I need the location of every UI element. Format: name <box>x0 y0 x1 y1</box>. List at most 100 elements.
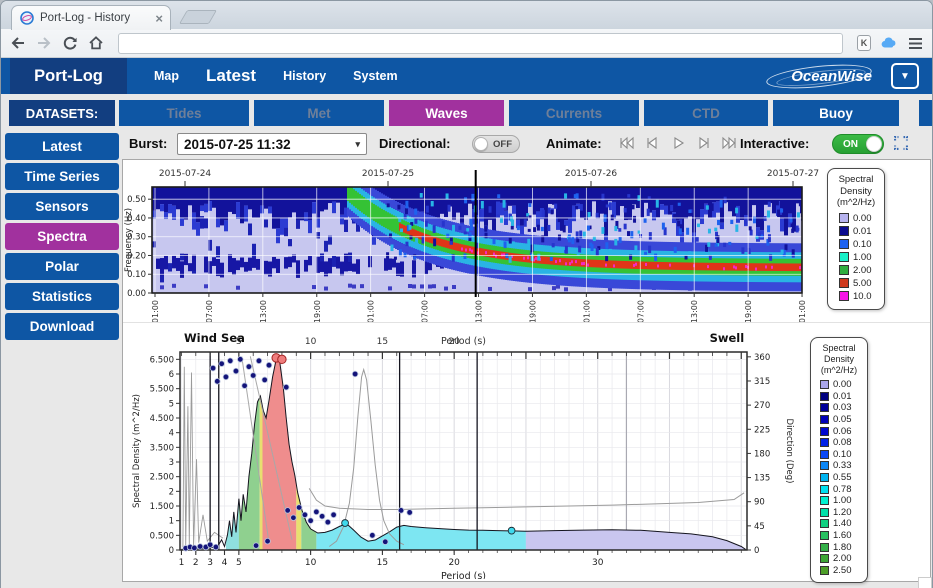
logo-text: OceanWise <box>791 68 872 85</box>
tick-label: 1 <box>179 558 185 568</box>
oceanwise-logo: OceanWise <box>766 64 878 90</box>
legend-entry: 1.20 <box>816 506 862 518</box>
direction-point <box>215 379 221 385</box>
reload-icon[interactable] <box>62 35 78 51</box>
dataset-button-currents[interactable]: Currents <box>509 100 639 126</box>
animate-step-back-button[interactable] <box>642 135 662 151</box>
tick-label: 180 <box>754 449 770 459</box>
extension-k-icon[interactable]: K <box>857 35 871 51</box>
menu-icon[interactable] <box>907 35 923 51</box>
app-navbar: Port-Log Map Latest History System OceanWis… <box>1 58 932 94</box>
nav-item-system[interactable]: System <box>353 69 397 83</box>
interactive-toggle[interactable]: ON <box>832 134 884 154</box>
legend-entry: 1.60 <box>816 530 862 542</box>
tick-label: 6.500 <box>150 355 174 365</box>
tick-label: 6 <box>169 370 174 380</box>
tick-label: 1 <box>169 517 174 527</box>
address-bar[interactable] <box>118 33 843 54</box>
sidebar-item-time-series[interactable]: Time Series <box>5 163 119 190</box>
legend-entry: 1.40 <box>816 518 862 530</box>
select-arrow-icon: ▾ <box>355 139 360 150</box>
direction-point <box>308 518 314 524</box>
legend-value: 0.10 <box>833 449 852 460</box>
home-icon[interactable] <box>88 35 104 51</box>
sidebar-item-sensors[interactable]: Sensors <box>5 193 119 220</box>
direction-point <box>192 545 198 551</box>
tick-label: 01:00 <box>582 300 591 322</box>
fullscreen-icon[interactable] <box>894 136 909 151</box>
toggle-state-label: OFF <box>493 139 512 150</box>
dataset-button-tides[interactable]: Tides <box>119 100 249 126</box>
legend-swatch-icon <box>820 566 829 575</box>
legend-swatch-icon <box>820 450 829 459</box>
direction-point <box>210 365 216 371</box>
dataset-button-ctd[interactable]: CTD <box>644 100 768 126</box>
tick-label: 5 <box>169 399 174 409</box>
legend-entry: 0.00 <box>833 212 879 225</box>
directional-toggle[interactable]: OFF <box>472 135 520 153</box>
dataset-button-partial[interactable] <box>919 100 933 126</box>
dataset-button-met[interactable]: Met <box>254 100 384 126</box>
tick-label: Swell <box>710 331 745 345</box>
toggle-knob <box>474 137 488 151</box>
legend-swatch-icon <box>820 543 829 552</box>
tab-close-icon[interactable]: × <box>155 12 163 25</box>
browser-tab[interactable]: Port-Log - History × <box>11 5 171 30</box>
animate-play-button[interactable] <box>668 135 688 151</box>
legend-entry: 0.78 <box>816 483 862 495</box>
animate-skip-to-start-button[interactable] <box>616 135 636 151</box>
sidebar-item-download[interactable]: Download <box>5 313 119 340</box>
burst-select[interactable]: 2015-07-25 11:32 ▾ <box>177 133 367 155</box>
legend-entry: 0.55 <box>816 472 862 484</box>
direction-point <box>382 539 388 545</box>
nav-menu: Map Latest History System <box>154 66 398 86</box>
direction-point <box>213 544 219 550</box>
wave-spectrogram-chart[interactable]: 2015-07-242015-07-252015-07-262015-07-27… <box>123 160 930 322</box>
back-icon[interactable] <box>10 35 26 51</box>
legend-swatch-icon <box>839 213 849 223</box>
new-tab-button[interactable] <box>179 10 217 24</box>
tick-label: 90 <box>754 498 765 508</box>
direction-point <box>325 519 331 525</box>
sidebar-item-statistics[interactable]: Statistics <box>5 283 119 310</box>
legend-entry: 0.01 <box>833 225 879 238</box>
tick-label: 0.00 <box>127 289 146 299</box>
wave-spectrum-chart[interactable]: 5101520Wind SeaPeriod (s)Swell1234510152… <box>123 323 930 579</box>
animate-step-forward-button[interactable] <box>694 135 714 151</box>
tick-label: 2 <box>169 487 174 497</box>
dataset-button-buoy[interactable]: Buoy <box>773 100 899 126</box>
dataset-button-waves[interactable]: Waves <box>389 100 504 126</box>
sidebar-item-latest[interactable]: Latest <box>5 133 119 160</box>
tick-label: 3.500 <box>150 443 174 453</box>
legend-value: 2.00 <box>853 265 872 276</box>
peak-point <box>278 355 286 363</box>
highlight-point <box>508 527 515 534</box>
nav-item-history[interactable]: History <box>283 69 326 83</box>
direction-point <box>370 533 376 539</box>
datasets-label: DATASETS: <box>9 100 115 126</box>
sidebar-item-polar[interactable]: Polar <box>5 253 119 280</box>
cloud-extension-icon[interactable] <box>881 35 897 51</box>
legend-swatch-icon <box>820 380 829 389</box>
legend-title: Spectral Density (m^2/Hz) <box>833 174 879 209</box>
sidebar-item-spectra[interactable]: Spectra <box>5 223 119 250</box>
animate-skip-to-end-button[interactable] <box>720 135 740 151</box>
tick-label: Spectral Density (m^2/Hz) <box>132 394 142 508</box>
tick-label: 30 <box>592 558 604 568</box>
direction-point <box>407 510 413 516</box>
tick-label: 2015-07-27 <box>767 169 819 179</box>
forward-icon[interactable] <box>36 35 52 51</box>
legend-swatch-icon <box>820 427 829 436</box>
legend-value: 0.01 <box>833 391 852 402</box>
resize-corner <box>918 577 932 588</box>
legend-entry: 1.00 <box>833 251 879 264</box>
navbar-dropdown-button[interactable]: ▼ <box>891 63 919 89</box>
app-brand[interactable]: Port-Log <box>10 58 127 94</box>
legend-swatch-icon <box>839 239 849 249</box>
nav-item-map[interactable]: Map <box>154 69 179 83</box>
tick-label: 3 <box>207 558 213 568</box>
legend-entry: 1.80 <box>816 541 862 553</box>
nav-item-latest[interactable]: Latest <box>206 66 256 86</box>
tick-label: 4 <box>222 558 228 568</box>
legend-entry: 0.01 <box>816 391 862 403</box>
